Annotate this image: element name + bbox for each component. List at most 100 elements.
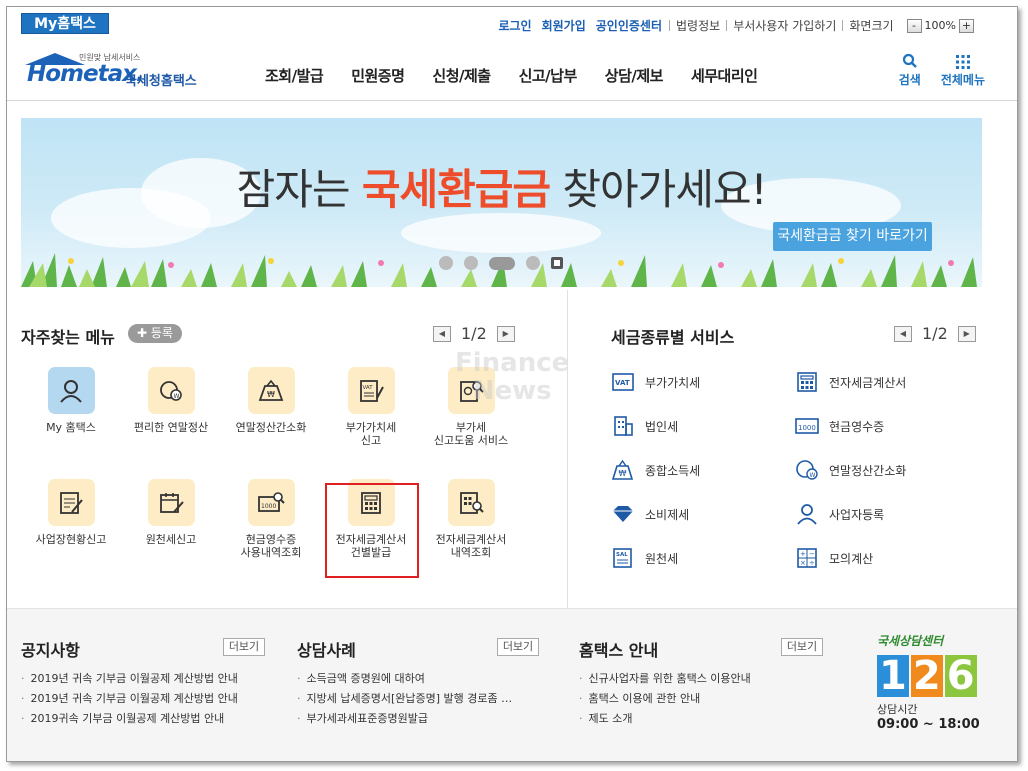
main-nav: 조회/발급 민원증명 신청/제출 신고/납부 상담/제보 세무대리인	[265, 65, 785, 86]
login-link[interactable]: 로그인	[498, 17, 531, 34]
grid-icon	[955, 55, 970, 69]
svc-withholding-tax[interactable]: SAL 원천세	[611, 546, 678, 570]
search-button[interactable]: 검색	[899, 53, 921, 88]
guide-item[interactable]: 홈택스 이용에 관한 안내	[579, 689, 751, 709]
svc-income-tax[interactable]: ₩ 종합소득세	[611, 458, 700, 482]
prev-page-button[interactable]: ◀	[433, 325, 451, 342]
watermark: Finance News	[455, 349, 569, 405]
prev-page-button[interactable]: ◀	[894, 325, 912, 342]
cert-center-link[interactable]: 공인인증센터	[596, 17, 662, 34]
guide-item[interactable]: 신규사업자를 위한 홈택스 이용안내	[579, 669, 751, 689]
fav-e-tax-invoice-history[interactable]: 전자세금계산서 내역조회	[421, 479, 521, 559]
case-item[interactable]: 지방세 납세증명서[완납증명] 발행 경로좀 …	[297, 689, 513, 709]
zoom-value: 100%	[924, 19, 956, 32]
dept-user-signup-link[interactable]: 부서사용자 가입하기	[733, 17, 836, 34]
zoom-out-button[interactable]: -	[906, 18, 922, 33]
section-divider	[567, 290, 568, 608]
notice-list: 2019년 귀속 기부금 이월공제 계산방법 안내 2019년 귀속 기부금 이…	[21, 669, 238, 729]
refund-banner[interactable]: 잠자는 국세환급금 찾아가세요! 국세환급금 찾기 바로가기	[21, 118, 982, 287]
banner-title-post: 찾아가세요!	[550, 165, 767, 214]
calculator-icon: + − × ÷	[795, 546, 819, 570]
fav-my-hometax[interactable]: My 홈택스	[21, 367, 121, 434]
cases-more-button[interactable]: 더보기	[497, 638, 539, 656]
coin-face-icon: W	[795, 458, 819, 482]
fav-cash-receipt-history[interactable]: 1000 현금영수증 사용내역조회	[221, 479, 321, 559]
svc-year-end-simplified[interactable]: W 연말정산간소화	[795, 458, 906, 482]
screen-size-label: 화면크기	[849, 19, 894, 33]
svc-consumption-tax[interactable]: 소비제세	[611, 502, 689, 526]
svg-text:SAL: SAL	[616, 552, 628, 558]
all-menu-label: 전체메뉴	[940, 73, 985, 87]
tax-services-title: 세금종류별 서비스	[611, 328, 735, 347]
law-info-link[interactable]: 법령정보	[676, 17, 720, 34]
carousel-dot[interactable]	[439, 256, 453, 270]
svc-label: 법인세	[645, 419, 679, 434]
notice-item[interactable]: 2019년 귀속 기부금 이월공제 계산방법 안내	[21, 689, 238, 709]
tax-services-pager: ◀ 1/2 ▶	[894, 324, 976, 343]
zoom-in-button[interactable]: +	[959, 18, 974, 33]
vat-icon: VAT	[611, 370, 635, 394]
nav-apply-submit[interactable]: 신청/제출	[432, 65, 491, 86]
building-icon	[611, 414, 635, 438]
next-page-button[interactable]: ▶	[957, 325, 976, 342]
call-center-digit: 1	[877, 653, 909, 699]
svg-text:VAT: VAT	[363, 385, 374, 391]
fav-label: 현금영수증 사용내역조회	[240, 533, 302, 559]
vat-document-icon: VAT	[347, 367, 395, 414]
my-hometax-tab[interactable]: My홈택스	[21, 13, 109, 34]
carousel-dot[interactable]	[526, 256, 540, 270]
fav-label: 부가세 신고도움 서비스	[433, 421, 509, 447]
case-item[interactable]: 부가세과세표준증명원발급	[297, 709, 512, 729]
guide-more-button[interactable]: 더보기	[781, 638, 823, 656]
highlight-box	[325, 483, 419, 578]
carousel-dot[interactable]	[464, 256, 478, 270]
svc-business-registration[interactable]: 사업자등록	[795, 502, 884, 526]
fav-easy-year-end[interactable]: W 편리한 연말정산	[121, 367, 221, 434]
fav-year-end-simplified[interactable]: ₩ 연말정산간소화	[221, 367, 321, 434]
banner-title-pre: 잠자는	[236, 165, 362, 214]
nav-civil-certificate[interactable]: 민원증명	[351, 65, 405, 86]
guide-list: 신규사업자를 위한 홈택스 이용안내 홈택스 이용에 관한 안내 제도 소개	[579, 669, 751, 729]
nav-report-pay[interactable]: 신고/납부	[519, 65, 578, 86]
carousel-stop-button[interactable]	[551, 257, 563, 269]
svc-mock-calculation[interactable]: + − × ÷ 모의계산	[795, 546, 873, 570]
notice-more-button[interactable]: 더보기	[223, 638, 265, 656]
nav-inquiry-issue[interactable]: 조회/발급	[265, 65, 324, 86]
svg-text:₩: ₩	[267, 390, 275, 399]
notice-item[interactable]: 2019년 귀속 기부금 이월공제 계산방법 안내	[21, 669, 238, 689]
divider	[726, 20, 728, 31]
case-item[interactable]: 소득금액 증명원에 대하여	[297, 669, 512, 689]
register-favorite-button[interactable]: ✚ 등록	[128, 324, 182, 343]
svg-text:₩: ₩	[619, 469, 627, 478]
carousel-dot-active[interactable]	[489, 256, 515, 270]
fav-business-status[interactable]: 사업장현황신고	[21, 479, 121, 546]
svc-label: 종합소득세	[645, 463, 701, 478]
svc-corporate-tax[interactable]: 법인세	[611, 414, 678, 438]
tax-services-page-number: 1/2	[922, 324, 948, 343]
svc-e-tax-invoice[interactable]: 전자세금계산서	[795, 370, 906, 394]
top-utility-bar: My홈택스 로그인 회원가입 공인인증센터 법령정보 부서사용자 가입하기 화면…	[7, 7, 1017, 41]
document-pen-icon	[47, 479, 95, 526]
fav-vat-report[interactable]: VAT 부가가치세 신고	[321, 367, 421, 447]
fav-label: 사업장현황신고	[35, 533, 107, 546]
svc-label: 원천세	[645, 551, 679, 566]
header-icons: 검색 전체메뉴	[879, 53, 985, 88]
register-label: 등록	[150, 326, 173, 340]
call-center-126[interactable]: 국세상담센터 1 2 6 상담시간 09:00 ~ 18:00	[877, 632, 987, 742]
next-page-button[interactable]: ▶	[496, 325, 515, 342]
guide-title: 홈택스 안내	[579, 641, 659, 660]
guide-item[interactable]: 제도 소개	[579, 709, 751, 729]
call-center-number: 1 2 6	[877, 655, 987, 697]
fav-withholding-report[interactable]: 원천세신고	[121, 479, 221, 546]
svc-cash-receipt[interactable]: 1000 현금영수증	[795, 414, 884, 438]
fav-label: 편리한 연말정산	[133, 421, 209, 434]
all-menu-button[interactable]: 전체메뉴	[941, 53, 985, 88]
nav-tax-agent[interactable]: 세무대리인	[691, 65, 758, 86]
utility-links: 로그인 회원가입 공인인증센터 법령정보 부서사용자 가입하기 화면크기 - 1…	[493, 17, 977, 34]
nav-consult[interactable]: 상담/제보	[605, 65, 664, 86]
svg-text:−: −	[809, 550, 815, 558]
hometax-logo[interactable]: 민원맞 납세서비스 Hometax. 국세청홈택스	[21, 49, 211, 93]
svc-vat[interactable]: VAT 부가가치세	[611, 370, 700, 394]
notice-item[interactable]: 2019귀속 기부금 이월공제 계산방법 안내	[21, 709, 238, 729]
signup-link[interactable]: 회원가입	[542, 17, 586, 34]
